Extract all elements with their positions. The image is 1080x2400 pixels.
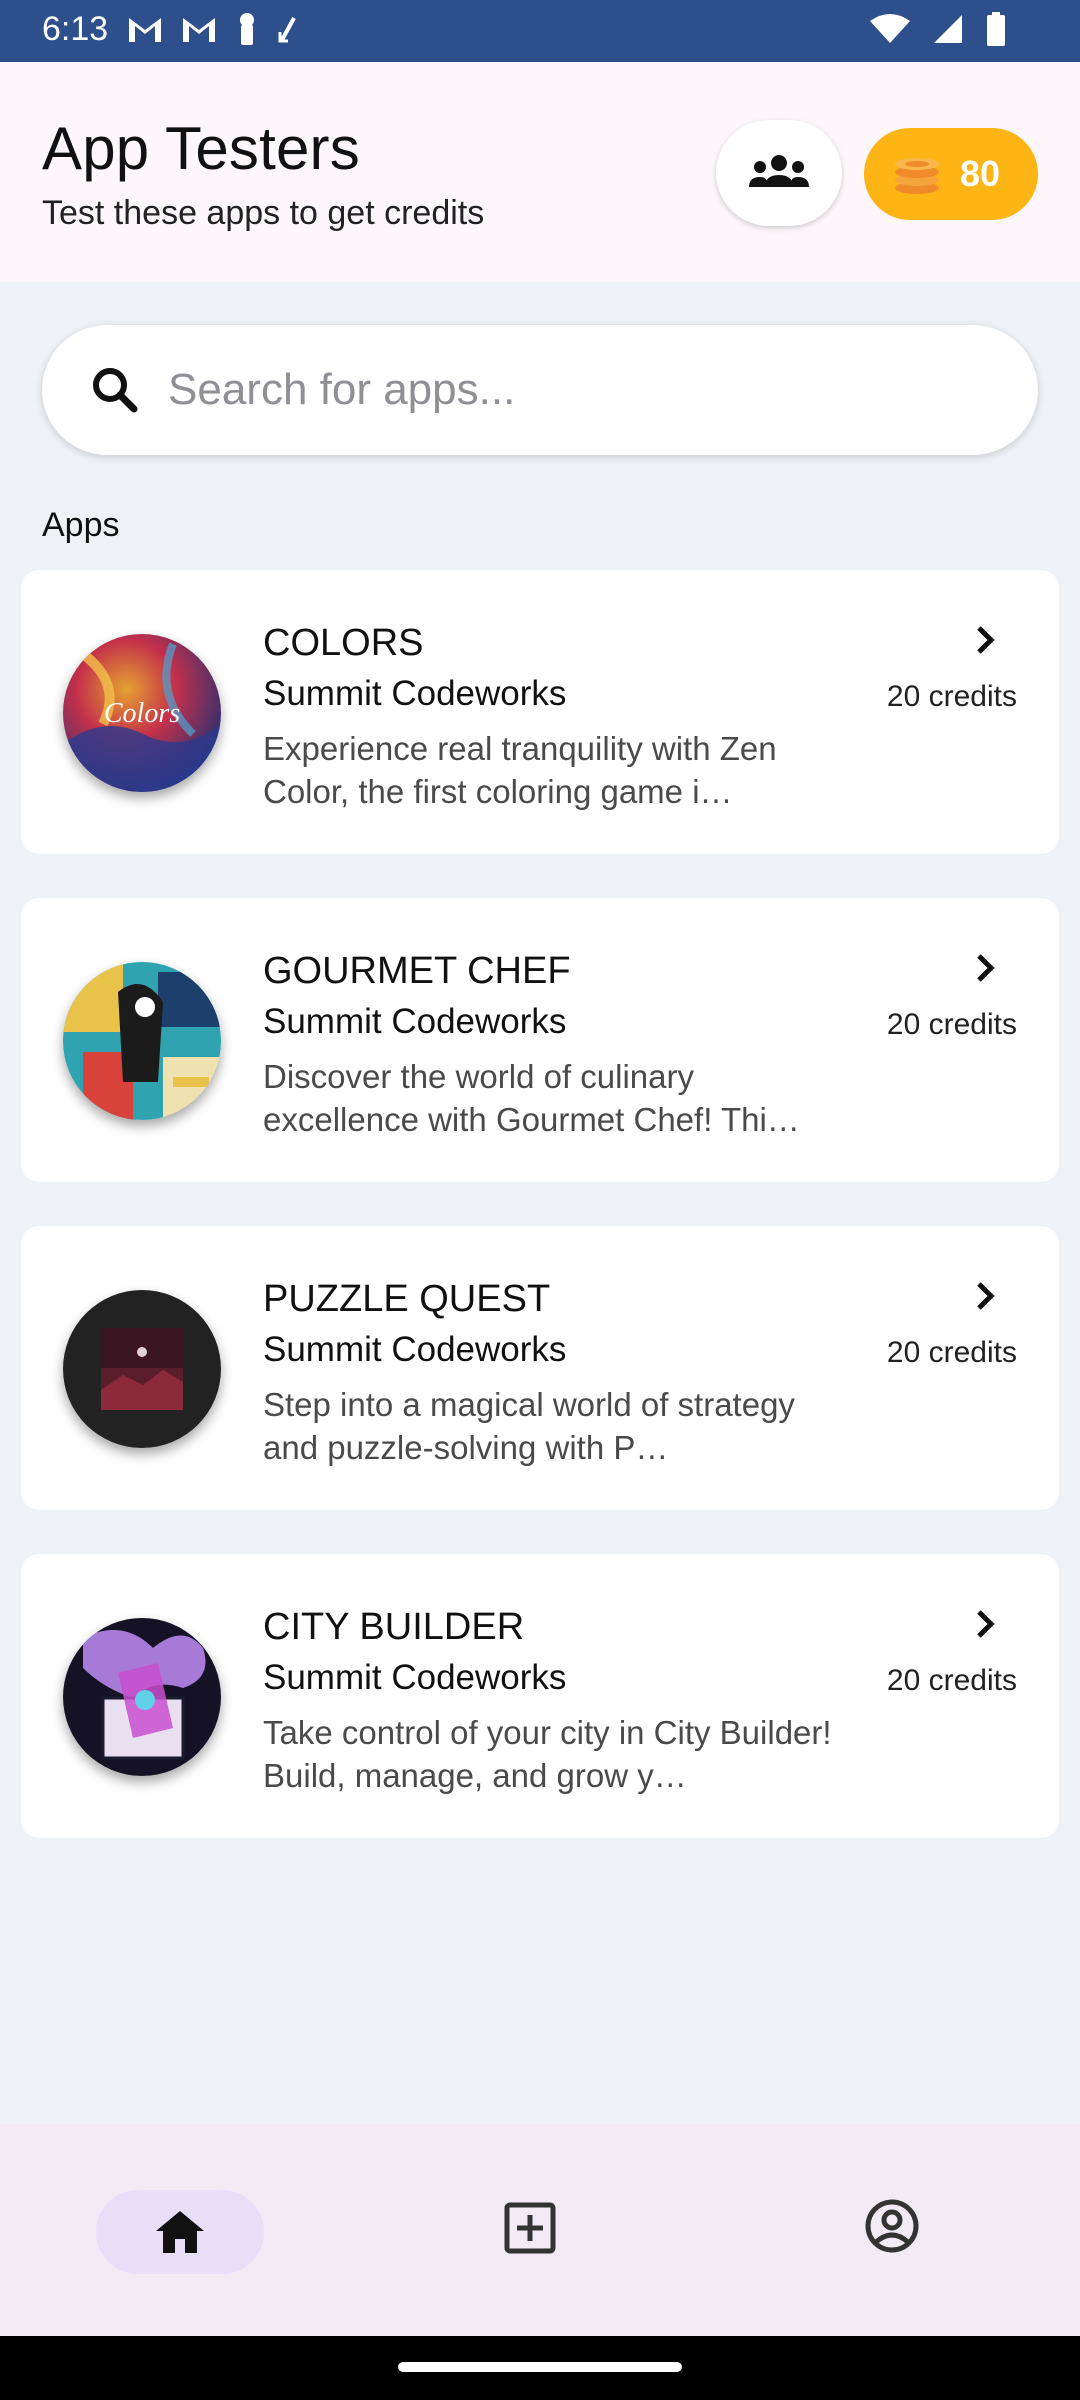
app-credits: 20 credits [886, 1008, 1017, 1041]
nav-home-tab[interactable] [96, 2190, 264, 2274]
chevron-right-icon [977, 954, 995, 982]
chevron-right-icon [977, 1282, 995, 1310]
section-heading: Apps [42, 506, 120, 544]
app-thumbnail [63, 1290, 221, 1448]
home-gesture-handle[interactable] [398, 2362, 682, 2372]
app-thumbnail [63, 1618, 221, 1776]
account-circle-icon [865, 2199, 919, 2253]
search-input[interactable]: Search for apps... [168, 365, 515, 415]
credits-count: 80 [960, 153, 1001, 194]
app-thumbnail: Colors [63, 634, 221, 792]
app-card[interactable]: GOURMET CHEF Summit Codeworks Discover t… [21, 898, 1059, 1182]
chevron-right-icon [977, 626, 995, 654]
app-card[interactable]: CITY BUILDER Summit Codeworks Take contr… [21, 1554, 1059, 1838]
app-credits: 20 credits [886, 680, 1017, 713]
groups-button[interactable] [716, 120, 842, 226]
wifi-icon [870, 14, 910, 43]
page-subtitle: Test these apps to get credits [42, 194, 485, 232]
app-name: COLORS [263, 622, 424, 664]
app-header: App Testers Test these apps to get credi… [0, 62, 1080, 282]
app-description: Discover the world of culinary excellenc… [263, 1058, 800, 1138]
signal-icon [934, 15, 962, 43]
app-developer: Summit Codeworks [263, 674, 567, 713]
gmail-icon [129, 18, 161, 42]
status-bar: 6:13 [0, 0, 1080, 62]
app-thumbnail [63, 962, 221, 1120]
bottom-navigation [0, 2124, 1080, 2336]
app-description: Take control of your city in City Builde… [263, 1714, 832, 1794]
system-icons [870, 12, 1006, 46]
app-developer: Summit Codeworks [263, 1002, 567, 1041]
app-card[interactable]: Colors COLORS Summit Codeworks Experienc… [21, 570, 1059, 854]
key-icon [240, 13, 254, 45]
group-icon [749, 155, 809, 187]
app-developer: Summit Codeworks [263, 1658, 567, 1697]
nav-profile-tab[interactable] [864, 2198, 920, 2259]
app-credits: 20 credits [886, 1664, 1017, 1697]
credits-balance-button[interactable]: 80 [864, 128, 1038, 220]
app-description: Experience real tranquility with Zen Col… [263, 730, 777, 810]
app-name: PUZZLE QUEST [263, 1278, 551, 1320]
add-box-icon [504, 2202, 556, 2254]
svg-text:Colors: Colors [104, 698, 180, 729]
battery-icon [987, 12, 1005, 46]
home-icon [156, 2211, 204, 2253]
app-description: Step into a magical world of strategy an… [263, 1386, 795, 1466]
search-icon [93, 368, 138, 413]
gmail-icon [183, 18, 215, 42]
coins-icon [895, 158, 939, 194]
app-name: CITY BUILDER [263, 1606, 525, 1648]
status-time: 6:13 [42, 10, 109, 48]
gesture-bar [0, 2336, 1080, 2400]
nav-add-tab[interactable] [504, 2202, 556, 2259]
notification-icons [126, 12, 300, 46]
app-name: GOURMET CHEF [263, 950, 571, 992]
app-developer: Summit Codeworks [263, 1330, 567, 1369]
page-title: App Testers [42, 115, 360, 182]
app-card[interactable]: PUZZLE QUEST Summit Codeworks Step into … [21, 1226, 1059, 1510]
search-bar[interactable]: Search for apps... [42, 325, 1038, 455]
app-credits: 20 credits [886, 1336, 1017, 1369]
sync-icon [278, 17, 296, 43]
chevron-right-icon [977, 1610, 995, 1638]
